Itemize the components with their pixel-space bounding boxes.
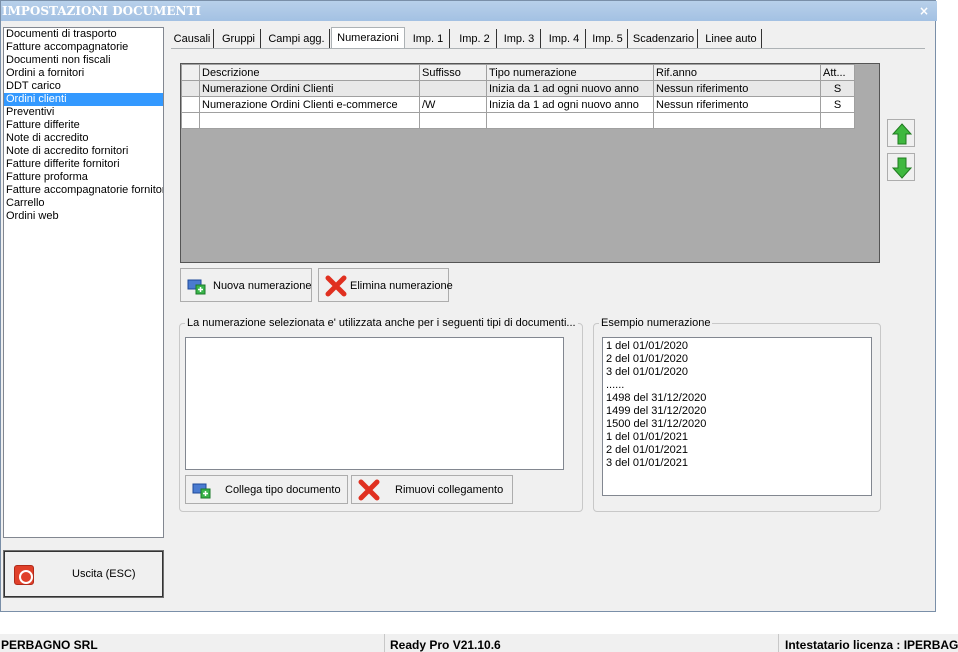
cell-att[interactable]: S <box>820 96 855 113</box>
tab-gruppi[interactable]: Gruppi <box>217 29 261 49</box>
document-type-item[interactable]: Ordini web <box>4 210 163 223</box>
example-line: ...... <box>606 379 625 391</box>
empty-cell[interactable] <box>181 112 200 129</box>
example-numbering-list: 1 del 01/01/2020 2 del 01/01/2020 3 del 01… <box>602 337 872 496</box>
delete-x-icon <box>325 275 347 297</box>
link-document-type-button[interactable]: Collega tipo documento <box>185 475 348 504</box>
column-header[interactable]: Att... <box>820 64 855 81</box>
document-type-item[interactable]: Fatture accompagnatorie fornitori <box>4 184 163 197</box>
delete-numbering-button[interactable]: Elimina numerazione <box>318 268 453 302</box>
document-type-item[interactable]: Fatture differite fornitori <box>4 158 163 171</box>
cell-tipo[interactable]: Inizia da 1 ad ogni nuovo anno <box>486 96 654 113</box>
status-version: Ready Pro V21.10.6 <box>384 634 776 652</box>
example-line: 3 del 01/01/2020 <box>606 366 688 378</box>
linked-documents-list[interactable] <box>185 337 564 470</box>
document-type-item[interactable]: DDT carico <box>4 80 163 93</box>
remove-link-label: Rimuovi collegamento <box>395 484 504 496</box>
example-line: 1499 del 31/12/2020 <box>606 405 707 417</box>
tab-numerazioni[interactable]: Numerazioni <box>331 27 405 49</box>
cell-rif[interactable]: Nessun riferimento <box>653 80 821 97</box>
row-selector[interactable] <box>181 80 200 97</box>
cell-descrizione[interactable]: Numerazione Ordini Clienti e-commerce <box>199 96 420 113</box>
empty-cell[interactable] <box>486 112 654 129</box>
tab-campi-agg[interactable]: Campi agg. <box>264 29 330 49</box>
example-line: 1 del 01/01/2021 <box>606 431 688 443</box>
tab-imp-2[interactable]: Imp. 2 <box>453 29 497 49</box>
linked-documents-legend: La numerazione selezionata e' utilizzata… <box>185 317 578 329</box>
exit-button-label: Uscita (ESC) <box>72 568 136 580</box>
document-type-item[interactable]: Fatture differite <box>4 119 163 132</box>
grid-corner-cell <box>181 64 200 81</box>
numbering-grid[interactable]: Descrizione Suffisso Tipo numerazione Rif.a… <box>180 63 880 263</box>
status-bar: PERBAGNO SRL Ready Pro V21.10.6 Intestat… <box>0 634 958 652</box>
delete-numbering-label: Elimina numerazione <box>350 280 453 292</box>
close-icon[interactable]: × <box>919 1 929 21</box>
document-type-item[interactable]: Fatture accompagnatorie <box>4 41 163 54</box>
tab-imp-3[interactable]: Imp. 3 <box>498 29 541 49</box>
numbering-table[interactable]: Descrizione Suffisso Tipo numerazione Rif.a… <box>181 64 855 129</box>
table-row[interactable]: Numerazione Ordini Clienti e-commerce/W I… <box>181 96 855 113</box>
row-selector[interactable] <box>181 96 200 113</box>
document-type-item[interactable]: Carrello <box>4 197 163 210</box>
empty-cell[interactable] <box>199 112 420 129</box>
remove-link-button[interactable]: Rimuovi collegamento <box>351 475 513 504</box>
tab-imp-5[interactable]: Imp. 5 <box>588 29 628 49</box>
document-type-item[interactable]: Ordini clienti <box>4 93 163 106</box>
document-type-item[interactable]: Note di accredito <box>4 132 163 145</box>
cell-tipo[interactable]: Inizia da 1 ad ogni nuovo anno <box>486 80 654 97</box>
power-icon <box>14 565 34 585</box>
title-bar: IMPOSTAZIONI DOCUMENTI × <box>1 1 937 21</box>
empty-cell[interactable] <box>653 112 821 129</box>
move-up-button[interactable] <box>887 119 915 147</box>
add-numbering-icon <box>187 279 206 295</box>
example-line: 1500 del 31/12/2020 <box>606 418 707 430</box>
exit-button[interactable]: Uscita (ESC) <box>3 550 164 598</box>
cell-att[interactable]: S <box>820 80 855 97</box>
move-down-button[interactable] <box>887 153 915 181</box>
new-numbering-button[interactable]: Nuova numerazione <box>180 268 312 302</box>
arrow-up-icon <box>892 123 912 145</box>
settings-window: IMPOSTAZIONI DOCUMENTI × Documenti di tr… <box>0 0 937 612</box>
tab-linee-auto[interactable]: Linee auto <box>701 29 762 49</box>
document-type-item[interactable]: Documenti non fiscali <box>4 54 163 67</box>
link-document-icon <box>192 483 211 499</box>
document-type-list[interactable]: Documenti di trasporto Fatture accompagna… <box>3 27 164 538</box>
empty-cell[interactable] <box>820 112 855 129</box>
document-type-item[interactable]: Fatture proforma <box>4 171 163 184</box>
tab-imp-4[interactable]: Imp. 4 <box>543 29 586 49</box>
empty-cell[interactable] <box>419 112 487 129</box>
document-type-item[interactable]: Preventivi <box>4 106 163 119</box>
tab-scadenzario[interactable]: Scadenzario <box>630 29 698 49</box>
cell-rif[interactable]: Nessun riferimento <box>653 96 821 113</box>
status-license: Intestatario licenza : IPERBAGNO <box>778 634 958 652</box>
example-line: 3 del 01/01/2021 <box>606 457 688 469</box>
document-type-item[interactable]: Documenti di trasporto <box>4 28 163 41</box>
window-title: IMPOSTAZIONI DOCUMENTI <box>2 4 202 18</box>
cell-suffisso[interactable]: /W <box>419 96 487 113</box>
example-numbering-legend: Esempio numerazione <box>599 317 713 329</box>
link-document-label: Collega tipo documento <box>225 484 341 496</box>
table-row[interactable]: Numerazione Ordini Clienti Inizia da 1 ad… <box>181 80 855 97</box>
remove-x-icon <box>358 479 380 501</box>
example-line: 2 del 01/01/2020 <box>606 353 688 365</box>
example-line: 1498 del 31/12/2020 <box>606 392 707 404</box>
tab-causali[interactable]: Causali <box>171 29 214 49</box>
new-numbering-label: Nuova numerazione <box>213 280 312 292</box>
example-line: 1 del 01/01/2020 <box>606 340 688 352</box>
status-company: PERBAGNO SRL <box>1 638 98 652</box>
arrow-down-icon <box>892 157 912 179</box>
table-new-row[interactable] <box>181 112 855 129</box>
column-header[interactable]: Tipo numerazione <box>486 64 654 81</box>
document-type-item[interactable]: Note di accredito fornitori <box>4 145 163 158</box>
document-type-item[interactable]: Ordini a fornitori <box>4 67 163 80</box>
cell-descrizione[interactable]: Numerazione Ordini Clienti <box>199 80 420 97</box>
example-line: 2 del 01/01/2021 <box>606 444 688 456</box>
cell-suffisso[interactable] <box>419 80 487 97</box>
tab-imp-1[interactable]: Imp. 1 <box>407 29 450 49</box>
column-header[interactable]: Rif.anno <box>653 64 821 81</box>
column-header[interactable]: Descrizione <box>199 64 420 81</box>
column-header[interactable]: Suffisso <box>419 64 487 81</box>
